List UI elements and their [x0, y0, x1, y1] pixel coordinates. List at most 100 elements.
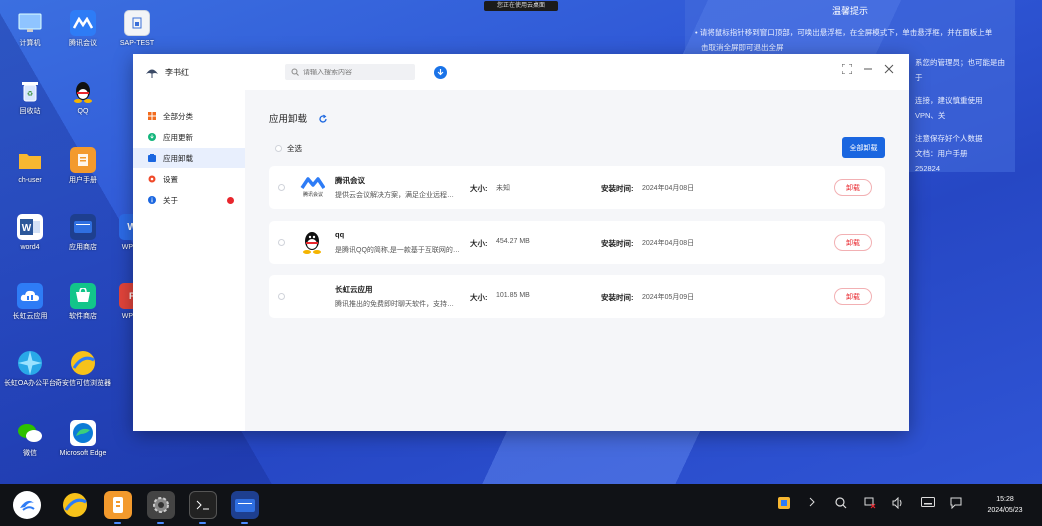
info-icon [148, 196, 156, 204]
desktop-icon-label: 腾讯会议 [69, 40, 97, 47]
desktop-icon-label: 奇安信可信浏览器 [55, 380, 111, 387]
qq-icon [70, 78, 96, 104]
tips-line: • 请将鼠标指针移到窗口顶部，可唤出悬浮框，在全屏模式下，单击悬浮框，并在面板上… [695, 28, 993, 37]
desktop-icon-app-store[interactable]: 应用商店 [53, 214, 113, 252]
close-icon [884, 64, 894, 74]
size-label: 大小: [470, 239, 488, 248]
browser-icon [63, 493, 87, 517]
taskbar-app-store[interactable] [231, 491, 259, 519]
desktop-icon-wps[interactable]: W WP [107, 214, 133, 252]
folder-icon [17, 147, 43, 173]
size-value: 101.85 MB [496, 292, 530, 299]
desktop-icon-ch-user[interactable]: ch-user [0, 147, 60, 185]
desktop-icon-recycle-bin[interactable]: ♻ 回收站 [0, 78, 60, 116]
download-button[interactable] [434, 66, 447, 79]
wechat-icon [17, 420, 43, 446]
size-label: 大小: [470, 293, 488, 302]
desktop-icon-label: 用户手册 [69, 177, 97, 184]
user-avatar-icon[interactable] [145, 65, 159, 79]
sidebar-item-label: 设置 [163, 174, 178, 184]
tencent-meeting-icon [70, 10, 96, 36]
minimize-button[interactable] [861, 64, 875, 78]
wps-pdf-icon: P [119, 283, 133, 309]
desktop-icon-wps-pdf[interactable]: P WP [107, 283, 133, 321]
uninstall-button[interactable]: 卸载 [834, 234, 872, 251]
taskbar-browser[interactable] [61, 491, 89, 519]
taskbar-clock[interactable]: 15:28 2024/05/23 [980, 494, 1030, 516]
edge-icon [70, 420, 96, 446]
desktop-icon-software-store[interactable]: 软件商店 [53, 283, 113, 321]
browser-icon [70, 350, 96, 376]
desktop-icon-computer[interactable]: 计算机 [0, 10, 60, 48]
page-title: 应用卸载 [269, 114, 308, 125]
taskbar-file-manager[interactable] [104, 491, 132, 519]
minimize-icon [864, 68, 872, 70]
install-time-value: 2024年04月08日 [642, 240, 695, 247]
sidebar-item-app-uninstall[interactable]: 应用卸载 [133, 148, 245, 168]
software-store-icon [70, 283, 96, 309]
app-store-window: 李书红 全部分类 应用更新 应用卸载 [133, 54, 909, 431]
tray-expand-chevron-icon[interactable] [804, 497, 820, 513]
uninstall-button[interactable]: 卸载 [834, 179, 872, 196]
desktop-icon-browser[interactable]: 奇安信可信浏览器 [53, 350, 113, 388]
desktop-icon-cloud-app[interactable]: 长虹云应用 [0, 283, 60, 321]
app-description: 是腾讯QQ的简称,是一款基于互联网的即时通信软件 [335, 247, 460, 254]
desktop-icon-edge[interactable]: Microsoft Edge [53, 420, 113, 458]
tray-network-disconnected-icon[interactable] [862, 497, 878, 513]
sidebar-item-about[interactable]: 关于 [133, 190, 245, 210]
qq-icon [299, 229, 325, 255]
install-time-value: 2024年04月08日 [642, 185, 695, 192]
sidebar: 全部分类 应用更新 应用卸载 设置 关于 [133, 90, 245, 431]
desktop-icon-label: WP [121, 244, 133, 251]
fullscreen-button[interactable] [840, 63, 854, 78]
taskbar-settings[interactable] [147, 491, 175, 519]
desktop-icon-qq[interactable]: QQ [53, 78, 113, 116]
tray-volume-icon[interactable] [890, 496, 906, 513]
search-box[interactable] [285, 64, 415, 80]
search-input[interactable] [303, 68, 403, 76]
desktop-icon-label: WP [121, 313, 133, 320]
grid-icon [148, 112, 156, 120]
uninstall-icon [148, 154, 156, 162]
app-store-icon [70, 214, 96, 240]
tray-keyboard-icon[interactable] [920, 497, 936, 513]
desktop-icon-wechat[interactable]: 微信 [0, 420, 60, 458]
manual-icon [70, 147, 96, 173]
uninstall-panel: 应用卸载 全选 全部卸载 腾讯会议 腾讯会议 提供云会议解决方案，满足企业远程会… [245, 90, 909, 431]
tips-title: 温馨提示 [831, 6, 868, 16]
oa-icon [17, 350, 43, 376]
desktop-icon-user-manual[interactable]: 用户手册 [53, 147, 113, 185]
row-checkbox[interactable] [278, 239, 285, 246]
start-menu-button[interactable] [13, 491, 41, 519]
uninstall-button[interactable]: 卸载 [834, 288, 872, 305]
refresh-button[interactable] [318, 111, 328, 123]
taskbar-terminal[interactable] [189, 491, 217, 519]
desktop-icon-oa[interactable]: 长虹OA办公平台 [0, 350, 60, 388]
desktop-icon-word4[interactable]: W word4 [0, 214, 60, 252]
sidebar-item-settings[interactable]: 设置 [133, 169, 245, 189]
select-all-checkbox[interactable]: 全选 [275, 143, 302, 154]
sidebar-item-app-update[interactable]: 应用更新 [133, 127, 245, 147]
tray-app-icon[interactable] [776, 497, 792, 513]
app-icon-wordmark: 腾讯会议 [303, 191, 323, 198]
desktop-icon-label: QQ [77, 108, 89, 115]
app-name: 长虹云应用 [335, 285, 373, 294]
running-indicator [241, 522, 248, 524]
sidebar-item-label: 关于 [163, 195, 178, 205]
tray-notification-icon[interactable] [948, 497, 964, 513]
uninstall-all-button[interactable]: 全部卸载 [842, 137, 885, 158]
update-icon [148, 133, 156, 141]
row-checkbox[interactable] [278, 184, 285, 191]
checkbox-icon [275, 145, 282, 152]
sidebar-item-all-categories[interactable]: 全部分类 [133, 106, 245, 126]
desktop-icon-label: 微信 [23, 450, 37, 457]
desktop-icon-label: 计算机 [19, 40, 41, 47]
close-button[interactable] [882, 64, 896, 78]
tray-search-icon[interactable] [833, 497, 849, 513]
sidebar-item-label: 应用卸载 [163, 153, 193, 163]
desktop-icon-label: Microsoft Edge [59, 450, 107, 457]
row-checkbox[interactable] [278, 293, 285, 300]
start-logo-icon [20, 500, 35, 511]
desktop-icon-sap-test[interactable]: SAP-TEST [107, 10, 167, 48]
desktop-icon-tencent-meeting[interactable]: 腾讯会议 [53, 10, 113, 48]
